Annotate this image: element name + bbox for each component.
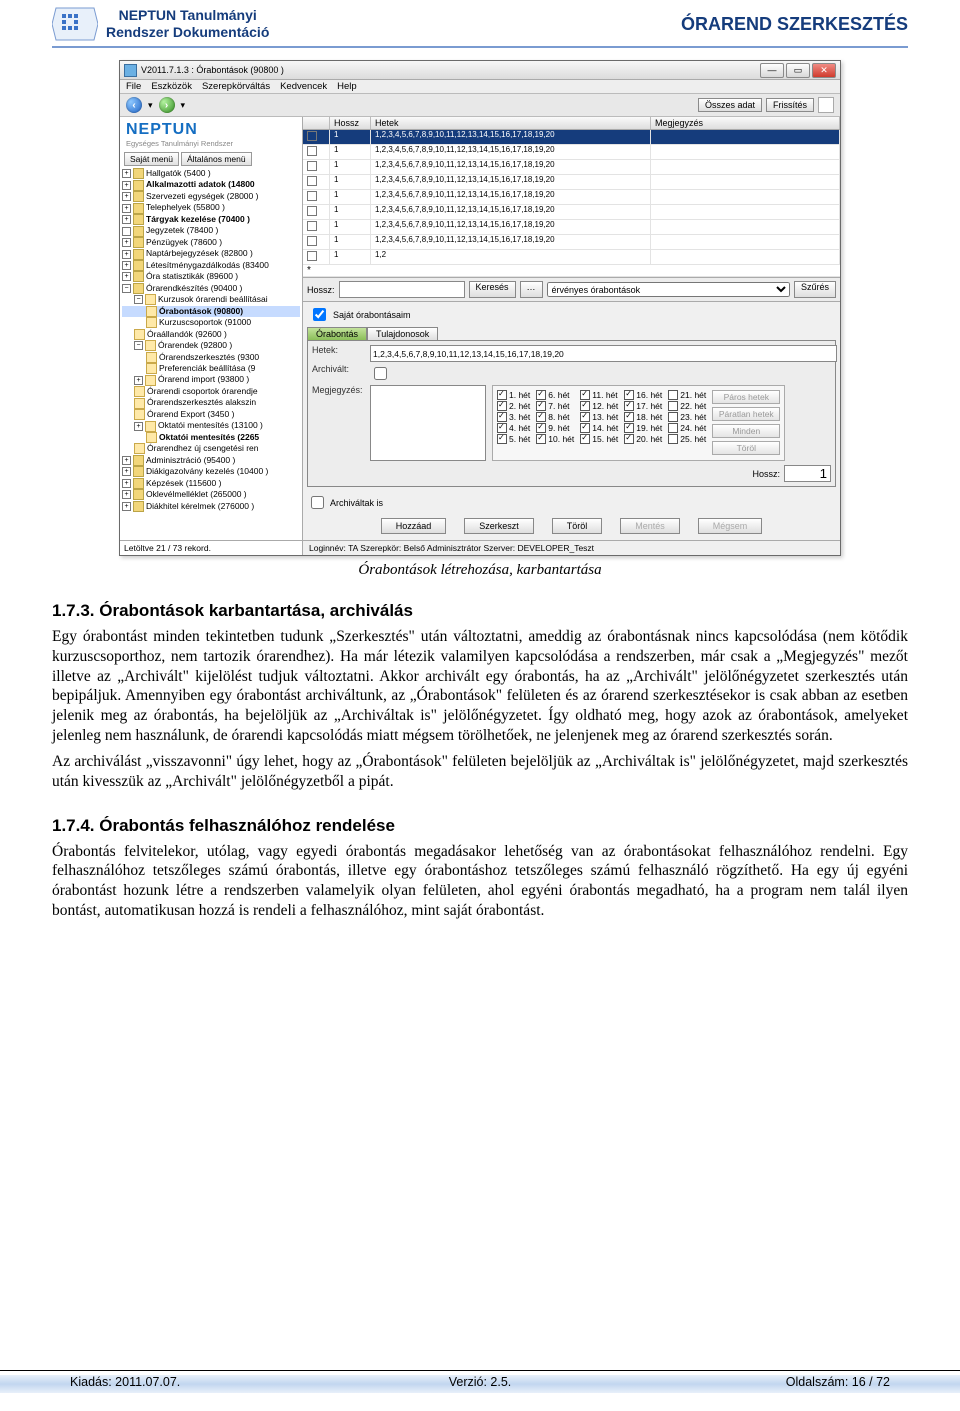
cancel-button[interactable]: Mégsem: [698, 518, 763, 534]
menu-fav[interactable]: Kedvencek: [280, 81, 327, 92]
table-row: 11,2,3,4,5,6,7,8,9,10,11,12,13,14,15,16,…: [303, 160, 840, 175]
tab-tulajdonosok[interactable]: Tulajdonosok: [367, 327, 438, 340]
own-splits-checkbox[interactable]: [313, 308, 326, 321]
menu-help[interactable]: Help: [337, 81, 357, 92]
section-1-p2: Az archiválást „visszavonni" úgy lehet, …: [52, 752, 908, 792]
clear-weeks-button[interactable]: Töröl: [712, 441, 780, 455]
add-button[interactable]: Hozzáad: [381, 518, 447, 534]
filter-hossz-label: Hossz:: [307, 285, 335, 295]
status-bar: Loginnév: TA Szerepkör: Belső Adminisztr…: [303, 540, 840, 555]
app-icon: [124, 64, 137, 77]
tab-own-menu[interactable]: Saját menü: [124, 152, 179, 166]
footer-version: Verzió: 2.5.: [449, 1375, 512, 1389]
neptun-brand: NEPTUN Egységes Tanulmányi Rendszer: [120, 117, 302, 152]
figure-caption: Órabontások létrehozása, karbantartása: [52, 562, 908, 579]
odd-weeks-button[interactable]: Páratlan hetek: [712, 407, 780, 421]
window-title: V2011.7.1.3 : Órabontások (90800 ): [141, 65, 284, 75]
header-right-title: ÓRAREND SZERKESZTÉS: [681, 14, 908, 35]
header-left-title: NEPTUN Tanulmányi Rendszer Dokumentáció: [106, 7, 269, 41]
table-row: 11,2,3,4,5,6,7,8,9,10,11,12,13,14,15,16,…: [303, 145, 840, 160]
header-rule: [52, 46, 908, 48]
archivalt-checkbox[interactable]: [374, 367, 387, 380]
footer-page: Oldalszám: 16 / 72: [786, 1375, 890, 1389]
status-left: Letöltve 21 / 73 rekord.: [120, 540, 302, 555]
save-button[interactable]: Mentés: [620, 518, 680, 534]
table-row: 11,2,3,4,5,6,7,8,9,10,11,12,13,14,15,16,…: [303, 130, 840, 145]
menu-role[interactable]: Szerepkörváltás: [202, 81, 270, 92]
filter-button[interactable]: Szűrés: [794, 281, 836, 298]
all-weeks-button[interactable]: Minden: [712, 424, 780, 438]
table-row: 11,2: [303, 250, 840, 265]
tab-general-menu[interactable]: Általános menü: [181, 152, 252, 166]
weeks-panel: 1. hét 2. hét 3. hét 4. hét 5. hét 6. hé…: [492, 385, 785, 461]
filter-hossz-input[interactable]: [339, 281, 465, 298]
table-row: 11,2,3,4,5,6,7,8,9,10,11,12,13,14,15,16,…: [303, 235, 840, 250]
menu-bar: File Eszközök Szerepkörváltás Kedvencek …: [120, 80, 840, 94]
menu-file[interactable]: File: [126, 81, 141, 92]
edit-button[interactable]: Szerkeszt: [464, 518, 534, 534]
app-screenshot: V2011.7.1.3 : Órabontások (90800 ) — ▭ ✕…: [119, 60, 841, 556]
section-2-p1: Órabontás felvitelekor, utólag, vagy egy…: [52, 842, 908, 921]
tab-orabontas[interactable]: Órabontás: [307, 327, 367, 340]
window-titlebar: V2011.7.1.3 : Órabontások (90800 ) — ▭ ✕: [120, 61, 840, 80]
neptun-logo-icon: [52, 6, 98, 42]
minimize-button[interactable]: —: [760, 63, 784, 78]
menu-tools[interactable]: Eszközök: [151, 81, 192, 92]
delete-button[interactable]: Töröl: [552, 518, 603, 534]
megjegyzes-textarea[interactable]: [370, 385, 486, 461]
footer-date: Kiadás: 2011.07.07.: [70, 1375, 180, 1389]
close-button[interactable]: ✕: [812, 63, 836, 78]
nav-fwd-button[interactable]: ›: [159, 97, 175, 113]
nav-tree[interactable]: +Hallgatók (5400 ) +Alkalmazotti adatok …: [120, 166, 302, 540]
section-2-title: 1.7.4. Órabontás felhasználóhoz rendelés…: [52, 816, 908, 836]
pin-button[interactable]: [818, 97, 834, 113]
archivaltak-is-checkbox[interactable]: [311, 496, 324, 509]
refresh-button[interactable]: Frissítés: [766, 98, 814, 112]
hossz-input[interactable]: [784, 465, 831, 482]
nav-back-button[interactable]: ‹: [126, 97, 142, 113]
grid-header: Hossz Hetek Megjegyzés: [303, 117, 840, 130]
grid-body[interactable]: 11,2,3,4,5,6,7,8,9,10,11,12,13,14,15,16,…: [303, 130, 840, 278]
hetek-input[interactable]: [370, 345, 837, 362]
maximize-button[interactable]: ▭: [786, 63, 810, 78]
dots-button[interactable]: …: [520, 281, 543, 298]
search-button[interactable]: Keresés: [469, 281, 516, 298]
all-data-button[interactable]: Összes adat: [698, 98, 762, 112]
table-row: 11,2,3,4,5,6,7,8,9,10,11,12,13,14,15,16,…: [303, 190, 840, 205]
section-1-p1: Egy órabontást minden tekintetben tudunk…: [52, 627, 908, 746]
even-weeks-button[interactable]: Páros hetek: [712, 390, 780, 404]
table-row: 11,2,3,4,5,6,7,8,9,10,11,12,13,14,15,16,…: [303, 220, 840, 235]
table-row: 11,2,3,4,5,6,7,8,9,10,11,12,13,14,15,16,…: [303, 205, 840, 220]
section-1-title: 1.7.3. Órabontások karbantartása, archiv…: [52, 601, 908, 621]
filter-combo[interactable]: érvényes órabontások: [547, 282, 790, 297]
table-row: 11,2,3,4,5,6,7,8,9,10,11,12,13,14,15,16,…: [303, 175, 840, 190]
footer-band: Kiadás: 2011.07.07. Verzió: 2.5. Oldalsz…: [0, 1375, 960, 1393]
